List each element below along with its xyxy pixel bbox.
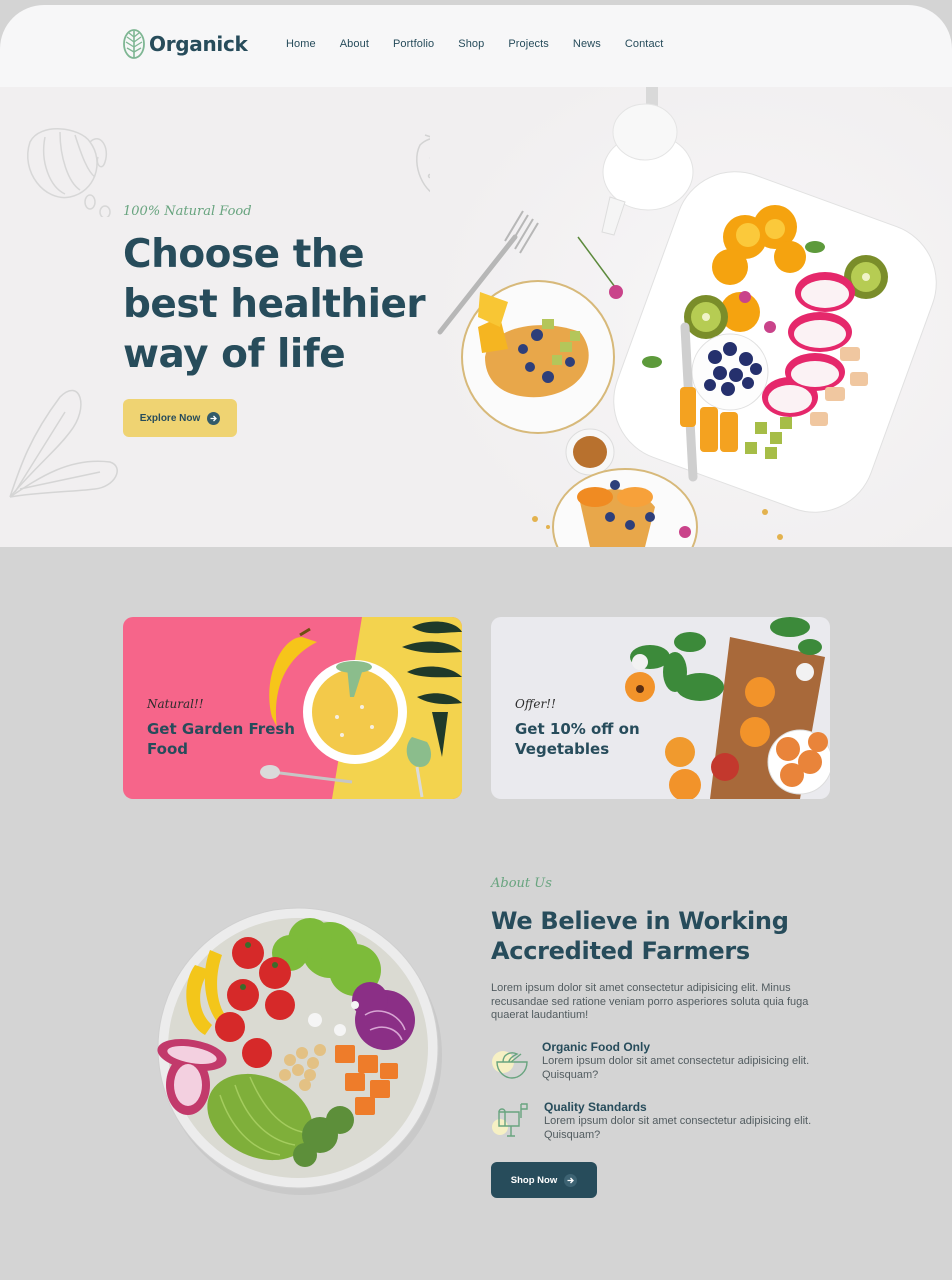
feature-quality-standards: Quality Standards Lorem ipsum dolor sit … [491,1100,831,1145]
about-title: We Believe in Working Accredited Farmers [491,907,789,965]
arrow-right-icon [564,1173,578,1187]
offer-card-garden-fresh[interactable]: Natural!! Get Garden Fresh Food [123,617,462,799]
explore-now-button[interactable]: Explore Now [123,399,237,437]
nav-projects[interactable]: Projects [508,38,549,50]
feature-organic-food: Organic Food Only Lorem ipsum dolor sit … [491,1040,831,1085]
shop-now-button[interactable]: Shop Now [491,1162,597,1198]
nav-contact[interactable]: Contact [625,38,664,50]
nav-portfolio[interactable]: Portfolio [393,38,434,50]
feature-title-organic: Organic Food Only [542,1040,651,1054]
spinach-doodle [9,389,118,498]
explore-now-label: Explore Now [139,412,201,424]
mailbox-icon [492,1103,528,1137]
onion-doodle [27,128,111,217]
hero-food-image [430,87,952,547]
about-script: About Us [491,876,552,891]
arrow-right-icon [207,411,221,425]
feature-text-organic: Lorem ipsum dolor sit amet consectetur a… [542,1055,810,1081]
leaf-logo-icon [123,29,145,59]
main-nav: Home About Portfolio Shop Projects News … [286,38,687,50]
nav-about[interactable]: About [340,38,369,50]
feature-title-quality: Quality Standards [544,1100,647,1114]
nav-home[interactable]: Home [286,38,316,50]
hero-title: Choose the best healthier way of life [123,232,426,377]
site-header: Organick Home About Portfolio Shop Proje… [0,5,952,87]
page: Organick Home About Portfolio Shop Proje… [0,0,952,1280]
brand-name: Organick [149,32,248,56]
nav-news[interactable]: News [573,38,601,50]
offer-card-vegetables-discount[interactable]: Offer!! Get 10% off on Vegetables [491,617,830,799]
salad-bowl-image [157,907,442,1195]
offer-script-offer: Offer!! [515,697,556,711]
about-text: Lorem ipsum dolor sit amet consectetur a… [491,982,809,1021]
logo[interactable]: Organick [122,28,248,60]
apricots-image [625,617,830,799]
shop-now-label: Shop Now [510,1174,558,1186]
offer-title-vegetables: Get 10% off on Vegetables [515,720,640,758]
offer-title-garden-fresh: Get Garden Fresh Food [147,720,295,758]
hero-section: 100% Natural Food Choose the best health… [0,87,952,547]
nav-shop[interactable]: Shop [458,38,484,50]
hero-tagline: 100% Natural Food [123,204,252,219]
offer-script-natural: Natural!! [147,697,204,711]
bowl-icon [492,1051,528,1079]
smoothie-bowl-image [260,617,462,799]
feature-text-quality: Lorem ipsum dolor sit amet consectetur a… [544,1115,812,1141]
